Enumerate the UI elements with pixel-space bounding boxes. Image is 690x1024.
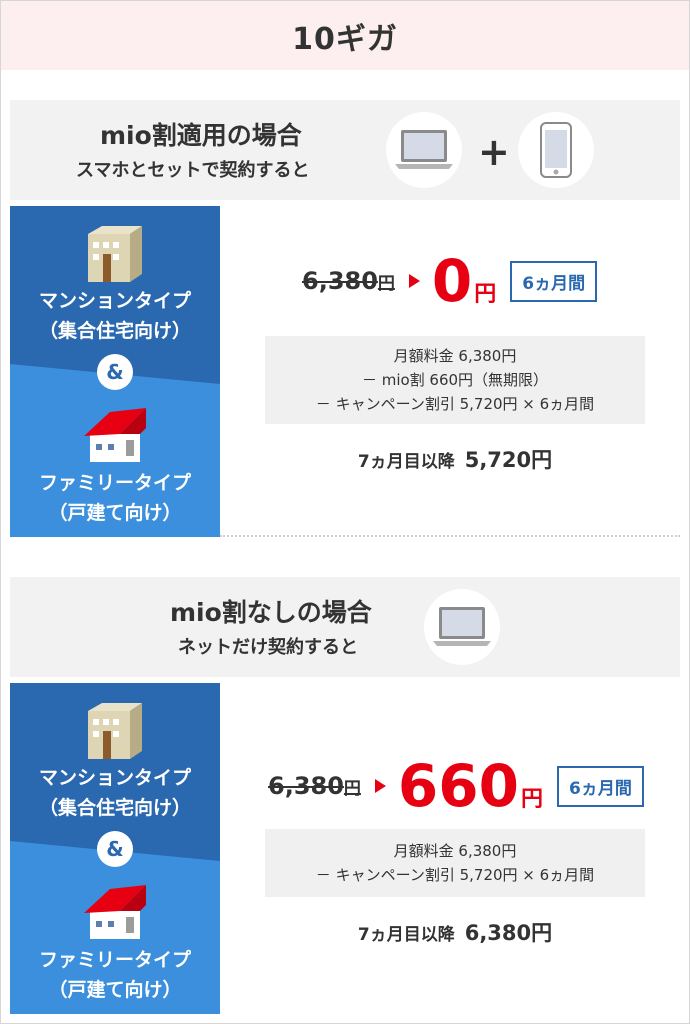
new-price-value: 660 <box>397 752 519 820</box>
family-type-sublabel: （戸建て向け） <box>48 979 182 1001</box>
section-subheading: ネットだけ契約すると <box>178 637 358 658</box>
house-icon <box>84 408 146 462</box>
section-heading: mio割なしの場合 <box>170 598 372 627</box>
family-type-label: ファミリータイプ <box>38 472 191 494</box>
after-price: 5,720円 <box>464 448 553 472</box>
new-price-unit: 円 <box>521 787 544 812</box>
after-7-months: 7ヵ月目以降 5,720円 <box>265 444 645 474</box>
apartment-building-icon <box>88 703 142 759</box>
ampersand-badge: & <box>97 831 133 867</box>
breakdown-line: － キャンペーン割引 5,720円 × 6ヵ月間 <box>315 866 595 884</box>
after-label: 7ヵ月目以降 <box>357 452 455 472</box>
mansion-type-sublabel: （集合住宅向け） <box>38 797 191 819</box>
new-price: 0円 <box>432 252 496 310</box>
section-heading: mio割適用の場合 <box>100 121 302 150</box>
price-breakdown: 月額料金 6,380円 － mio割 660円（無期限） － キャンペーン割引 … <box>265 336 645 424</box>
price-row: 6,380円 0円 6ヵ月間 <box>302 252 598 310</box>
after-label: 7ヵ月目以降 <box>357 925 455 945</box>
housing-type-panel: マンションタイプ （集合住宅向け） & ファミリータイプ （戸建て向け） <box>10 683 220 1014</box>
section-subheading: スマホとセットで契約すると <box>76 160 310 181</box>
laptop-icon <box>424 589 500 665</box>
smartphone-icon <box>518 112 594 188</box>
arrow-right-icon <box>408 274 420 288</box>
mansion-type-sublabel: （集合住宅向け） <box>38 320 191 342</box>
family-type-sublabel: （戸建て向け） <box>48 502 182 524</box>
new-price-value: 0 <box>431 247 473 315</box>
mansion-type-label: マンションタイプ <box>38 290 191 312</box>
duration-badge: 6ヵ月間 <box>557 765 644 807</box>
old-price-unit: 円 <box>377 274 395 294</box>
laptop-icon <box>386 112 462 188</box>
plan-section-mio-discount: mio割適用の場合 スマホとセットで契約すると + マンションタイプ （集合住宅… <box>10 100 680 537</box>
plus-sign: + <box>478 130 510 174</box>
breakdown-line: － mio割 660円（無期限） <box>361 371 549 389</box>
breakdown-line: 月額料金 6,380円 <box>393 842 517 860</box>
old-price-value: 6,380 <box>268 772 344 800</box>
old-price-unit: 円 <box>343 779 361 799</box>
section-divider <box>220 535 680 537</box>
after-7-months: 7ヵ月目以降 6,380円 <box>265 917 645 947</box>
plan-section-no-mio-discount: mio割なしの場合 ネットだけ契約すると マンションタイプ （集合住宅向け） & <box>10 577 680 1014</box>
old-price-value: 6,380 <box>302 267 378 295</box>
after-price: 6,380円 <box>464 921 553 945</box>
housing-type-panel: マンションタイプ （集合住宅向け） & ファミリータイプ （戸建て向け） <box>10 206 220 537</box>
section-header: mio割なしの場合 ネットだけ契約すると <box>10 577 680 677</box>
breakdown-line: － キャンペーン割引 5,720円 × 6ヵ月間 <box>315 395 595 413</box>
arrow-right-icon <box>374 779 386 793</box>
page-title: 10ギガ <box>1 1 689 70</box>
duration-badge: 6ヵ月間 <box>510 260 598 302</box>
breakdown-line: 月額料金 6,380円 <box>393 347 517 365</box>
section-header: mio割適用の場合 スマホとセットで契約すると + <box>10 100 680 200</box>
new-price-unit: 円 <box>474 282 497 307</box>
price-breakdown: 月額料金 6,380円 － キャンペーン割引 5,720円 × 6ヵ月間 <box>265 829 645 897</box>
family-type-label: ファミリータイプ <box>38 949 191 971</box>
price-row: 6,380円 660円 6ヵ月間 <box>268 757 644 815</box>
ampersand-badge: & <box>97 354 133 390</box>
new-price: 660円 <box>398 757 543 815</box>
old-price: 6,380円 <box>268 772 361 800</box>
old-price: 6,380円 <box>302 267 395 295</box>
mansion-type-label: マンションタイプ <box>38 767 191 789</box>
apartment-building-icon <box>88 226 142 282</box>
house-icon <box>84 885 146 939</box>
